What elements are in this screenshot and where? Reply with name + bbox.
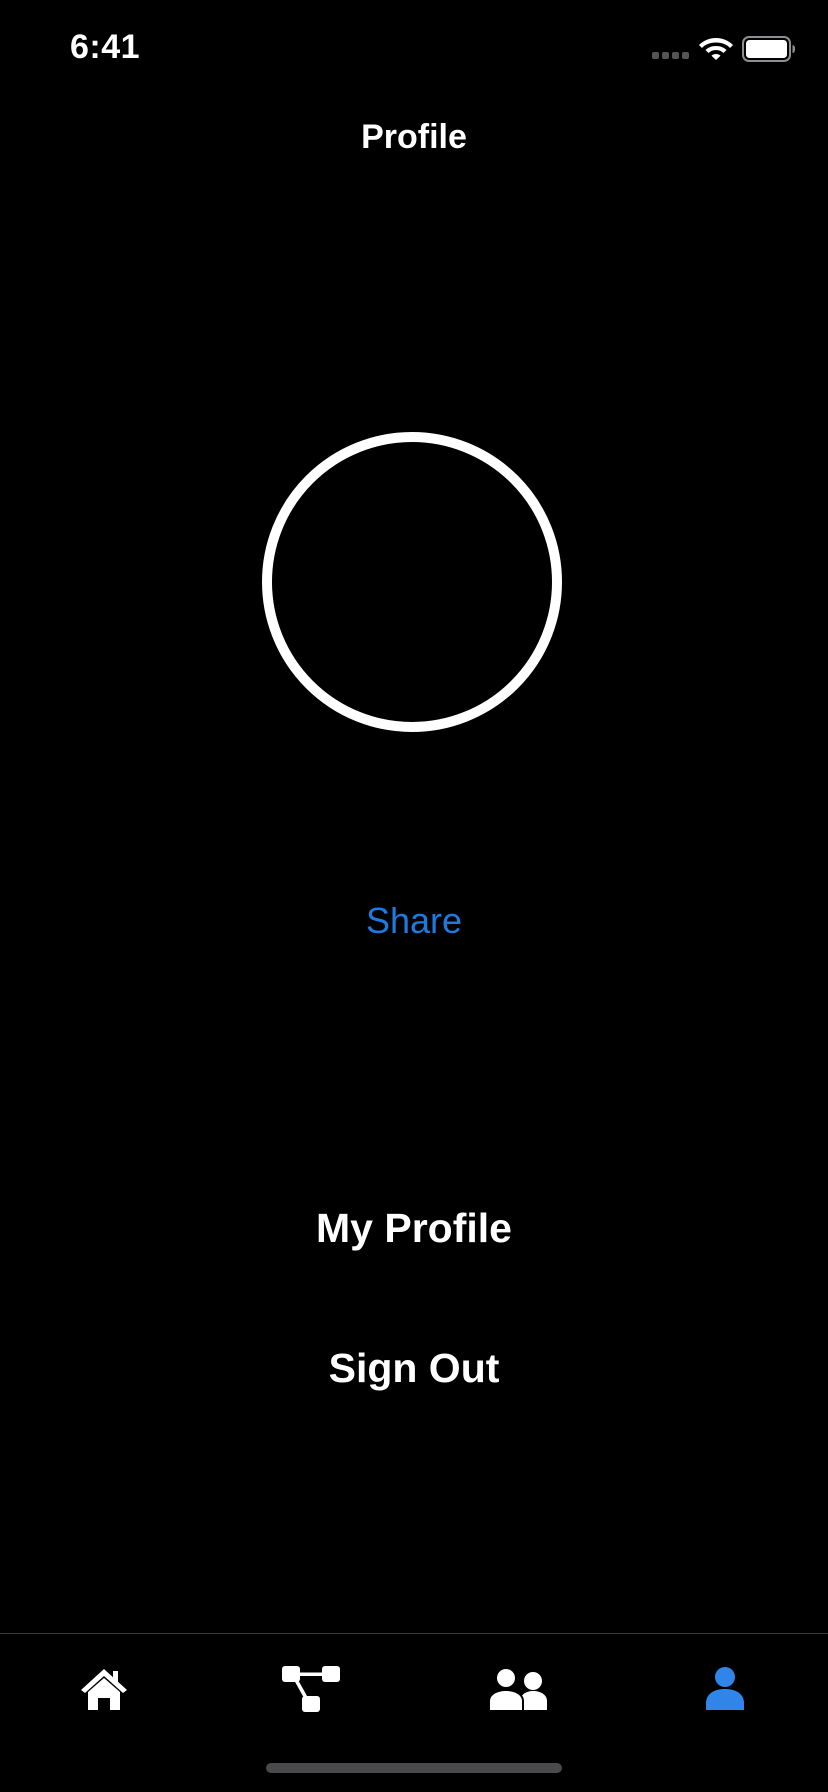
share-button[interactable]: Share: [0, 900, 828, 942]
tab-home[interactable]: [0, 1654, 207, 1724]
wifi-icon: [699, 38, 733, 60]
status-time: 6:41: [70, 28, 141, 66]
tab-people[interactable]: [414, 1654, 621, 1724]
avatar[interactable]: [262, 432, 562, 732]
person-icon: [705, 1667, 744, 1710]
page-title: Profile: [361, 118, 467, 156]
home-icon: [80, 1669, 127, 1710]
workflow-icon: [281, 1666, 340, 1712]
battery-full-icon: [742, 36, 795, 62]
status-bar: 6:41: [0, 0, 828, 100]
my-profile-button[interactable]: My Profile: [0, 1205, 828, 1252]
tab-workflow[interactable]: [207, 1654, 414, 1724]
people-icon: [487, 1668, 547, 1710]
home-indicator[interactable]: [266, 1763, 562, 1773]
signal-dots-icon: [652, 52, 689, 59]
sign-out-button[interactable]: Sign Out: [0, 1345, 828, 1392]
tab-profile[interactable]: [621, 1654, 828, 1724]
